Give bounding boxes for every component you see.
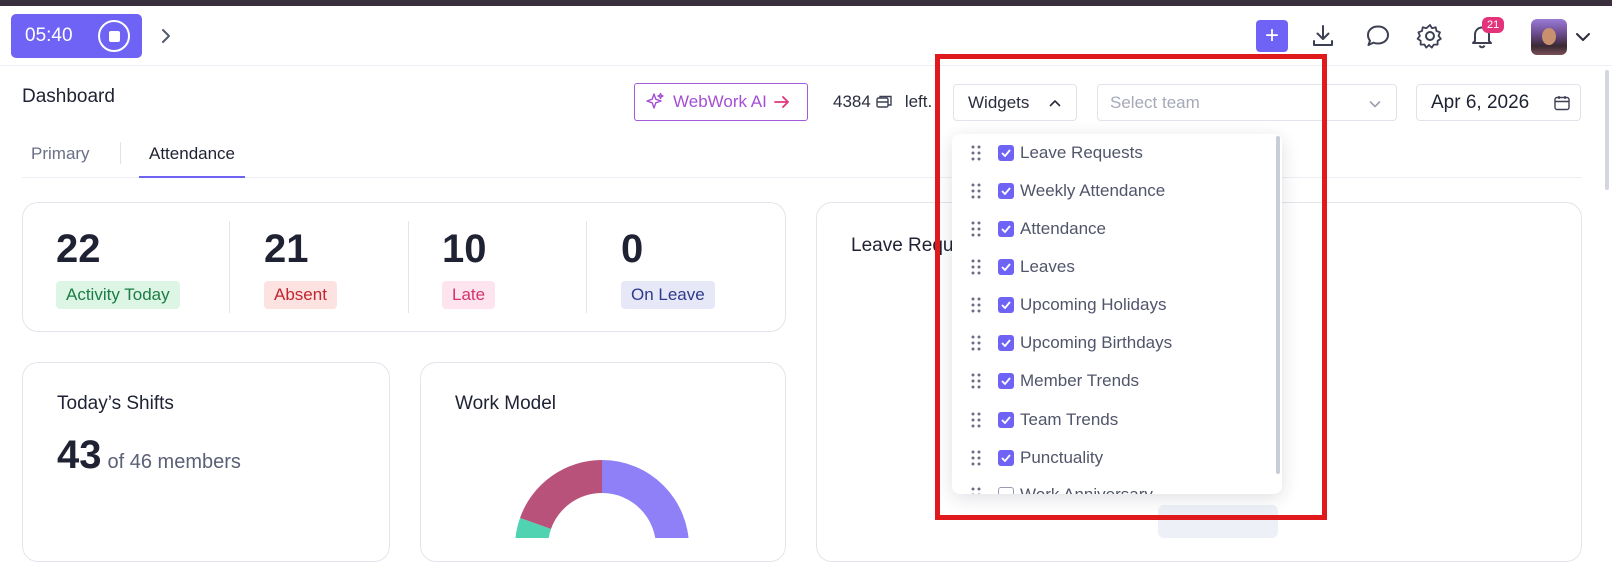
chevron-right-icon[interactable]	[156, 26, 176, 46]
stat-value: 21	[264, 227, 309, 271]
download-icon[interactable]	[1309, 22, 1337, 50]
tab-primary[interactable]: Primary	[31, 144, 90, 178]
stat-value: 0	[621, 227, 644, 271]
shifts-suffix: of 46 members	[107, 451, 241, 473]
credits-indicator: 4384 left.	[833, 92, 932, 112]
notification-badge: 21	[1482, 17, 1505, 33]
arrow-right-icon	[773, 96, 789, 108]
work-model-title: Work Model	[455, 393, 557, 414]
highlight-box	[935, 54, 1327, 520]
shifts-title: Today’s Shifts	[57, 393, 174, 414]
divider	[229, 221, 230, 313]
shifts-value: 43	[57, 433, 102, 477]
coins-icon	[876, 95, 892, 108]
stat-on-leave[interactable]: 0 On Leave	[621, 225, 715, 309]
page-title: Dashboard	[22, 86, 115, 107]
add-button[interactable]: +	[1256, 20, 1288, 52]
date-value: Apr 6, 2026	[1431, 91, 1530, 113]
sparkle-icon	[646, 92, 664, 109]
credits-suffix: left.	[904, 92, 933, 111]
stat-absent[interactable]: 21 Absent	[264, 225, 337, 309]
stat-value: 10	[442, 227, 487, 271]
stat-label: Absent	[264, 281, 337, 309]
stat-label: On Leave	[621, 281, 715, 309]
calendar-icon	[1554, 96, 1570, 111]
stat-label: Late	[442, 281, 496, 309]
chevron-down-icon[interactable]	[1574, 30, 1592, 44]
credits-value: 4384	[833, 92, 871, 111]
stat-activity-today[interactable]: 22 Activity Today	[56, 225, 180, 309]
timer-value: 05:40	[25, 25, 73, 46]
shifts-count: 43 of 46 members	[57, 433, 241, 478]
stat-label: Activity Today	[56, 281, 180, 309]
donut-segment-magenta	[520, 460, 602, 529]
page-scrollbar[interactable]	[1605, 70, 1609, 190]
divider	[586, 221, 587, 313]
timer-widget[interactable]: 05:40	[11, 14, 142, 58]
donut-segment-purple	[602, 460, 689, 538]
work-model-donut-chart	[515, 460, 689, 538]
stop-icon[interactable]	[98, 20, 130, 52]
attendance-stats-card: 22 Activity Today 21 Absent 10 Late 0 On…	[22, 202, 786, 332]
tab-attendance[interactable]: Attendance	[139, 144, 246, 178]
avatar[interactable]	[1531, 19, 1567, 55]
webwork-ai-label: WebWork AI	[673, 92, 767, 111]
plus-icon: +	[1264, 22, 1279, 49]
tab-divider	[120, 142, 121, 164]
divider	[408, 221, 409, 313]
webwork-ai-button[interactable]: WebWork AI	[634, 83, 808, 121]
top-bar: 05:40 + 21	[0, 6, 1612, 66]
stat-late[interactable]: 10 Late	[442, 225, 496, 309]
date-picker[interactable]: Apr 6, 2026	[1416, 84, 1581, 121]
todays-shifts-card: Today’s Shifts 43 of 46 members	[22, 362, 390, 562]
dashboard-tabs: Primary Attendance	[22, 140, 1582, 178]
stat-value: 22	[56, 227, 101, 271]
chat-icon[interactable]	[1364, 22, 1392, 50]
gear-icon[interactable]	[1416, 22, 1444, 50]
chevron-down-icon	[1369, 101, 1381, 108]
